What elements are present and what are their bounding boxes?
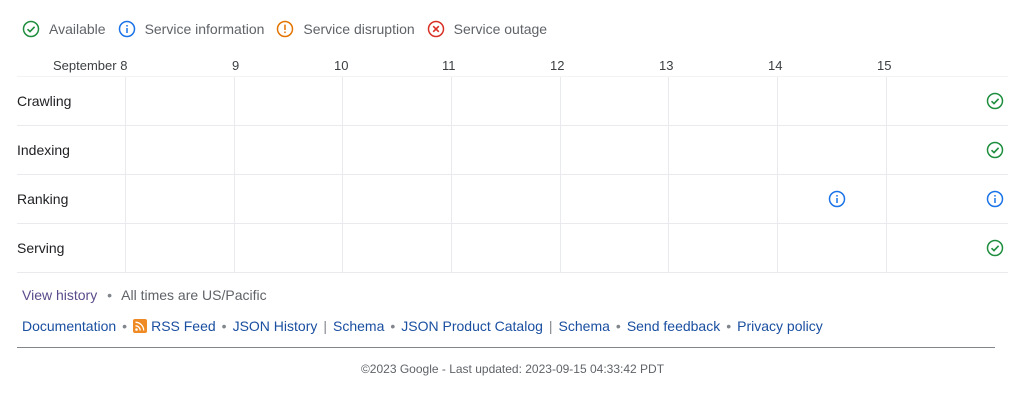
- legend-outage-label: Service outage: [453, 21, 548, 37]
- day-divider: [451, 224, 452, 272]
- day-divider: [777, 77, 778, 125]
- day-divider: [777, 175, 778, 223]
- day-divider: [125, 175, 126, 223]
- separator-dot: •: [615, 318, 621, 334]
- legend-disruption: Service disruption: [276, 20, 415, 38]
- separator-pipe: |: [548, 318, 553, 334]
- row-label: Indexing: [17, 142, 70, 158]
- day-divider: [125, 126, 126, 174]
- date-label: 10: [334, 58, 349, 73]
- warning-circle-icon: [277, 20, 294, 38]
- rss-feed-link[interactable]: RSS Feed: [151, 318, 216, 334]
- day-divider: [777, 224, 778, 272]
- day-divider: [668, 77, 669, 125]
- day-divider: [234, 224, 235, 272]
- separator-pipe: |: [323, 318, 328, 334]
- day-divider: [342, 126, 343, 174]
- date-label: 11: [442, 58, 456, 73]
- info-circle-icon: [118, 20, 135, 38]
- day-divider: [668, 175, 669, 223]
- check-circle-icon[interactable]: [986, 239, 1004, 257]
- status-row-ranking: Ranking: [17, 175, 1008, 224]
- date-label: 9: [232, 58, 240, 73]
- status-row-crawling: Crawling: [17, 76, 1008, 126]
- date-label: 14: [768, 58, 783, 73]
- day-divider: [886, 77, 887, 125]
- day-divider: [234, 126, 235, 174]
- day-divider: [560, 126, 561, 174]
- incident-info-icon[interactable]: [828, 190, 846, 208]
- json-product-catalog-link[interactable]: JSON Product Catalog: [401, 318, 543, 334]
- date-label: 15: [877, 58, 892, 73]
- status-row-serving: Serving: [17, 224, 1008, 273]
- day-divider: [342, 175, 343, 223]
- error-circle-icon: [427, 20, 444, 38]
- row-label: Ranking: [17, 191, 69, 207]
- day-divider: [451, 126, 452, 174]
- separator-dot: •: [390, 318, 396, 334]
- date-label: 12: [550, 58, 565, 73]
- footer-links: Documentation • RSS Feed • JSON History …: [22, 318, 823, 334]
- day-divider: [560, 224, 561, 272]
- status-legend: Available Service information Service di…: [22, 19, 559, 39]
- day-divider: [886, 175, 887, 223]
- send-feedback-link[interactable]: Send feedback: [627, 318, 720, 334]
- privacy-policy-link[interactable]: Privacy policy: [737, 318, 823, 334]
- day-divider: [451, 175, 452, 223]
- timezone-note: All times are US/Pacific: [121, 287, 267, 303]
- separator-dot: •: [107, 287, 113, 303]
- check-circle-icon[interactable]: [986, 141, 1004, 159]
- date-label: 13: [659, 58, 674, 73]
- check-circle-icon: [22, 20, 40, 38]
- row-label: Serving: [17, 240, 65, 256]
- legend-info-label: Service information: [144, 21, 265, 37]
- separator-dot: •: [221, 318, 227, 334]
- day-divider: [451, 77, 452, 125]
- day-divider: [125, 224, 126, 272]
- day-divider: [560, 77, 561, 125]
- separator-dot: •: [726, 318, 732, 334]
- day-divider: [668, 126, 669, 174]
- json-history-link[interactable]: JSON History: [233, 318, 318, 334]
- footer-divider: [17, 347, 995, 348]
- legend-info: Service information: [118, 20, 265, 38]
- day-divider: [342, 224, 343, 272]
- date-header: September 8 9 10 11 12 13 14 15: [0, 58, 1025, 76]
- day-divider: [668, 224, 669, 272]
- history-meta: View history • All times are US/Pacific: [22, 287, 267, 303]
- catalog-schema-link[interactable]: Schema: [559, 318, 610, 334]
- date-label: September 8: [53, 58, 128, 73]
- status-row-indexing: Indexing: [17, 126, 1008, 175]
- row-label: Crawling: [17, 93, 72, 109]
- legend-available: Available: [22, 20, 106, 38]
- day-divider: [234, 175, 235, 223]
- schema-link[interactable]: Schema: [333, 318, 384, 334]
- view-history-link[interactable]: View history: [22, 287, 97, 303]
- day-divider: [342, 77, 343, 125]
- legend-available-label: Available: [49, 21, 106, 37]
- copyright-footer: ©2023 Google - Last updated: 2023-09-15 …: [360, 362, 665, 376]
- legend-outage: Service outage: [427, 20, 547, 38]
- day-divider: [886, 126, 887, 174]
- day-divider: [777, 126, 778, 174]
- status-grid: Crawling Indexing Ranking Serving: [17, 76, 1008, 273]
- legend-disruption-label: Service disruption: [303, 21, 415, 37]
- day-divider: [234, 77, 235, 125]
- day-divider: [125, 77, 126, 125]
- separator-dot: •: [122, 318, 128, 334]
- day-divider: [560, 175, 561, 223]
- rss-icon: [133, 319, 148, 333]
- info-circle-icon[interactable]: [986, 190, 1004, 208]
- documentation-link[interactable]: Documentation: [22, 318, 116, 334]
- day-divider: [886, 224, 887, 272]
- check-circle-icon[interactable]: [986, 92, 1004, 110]
